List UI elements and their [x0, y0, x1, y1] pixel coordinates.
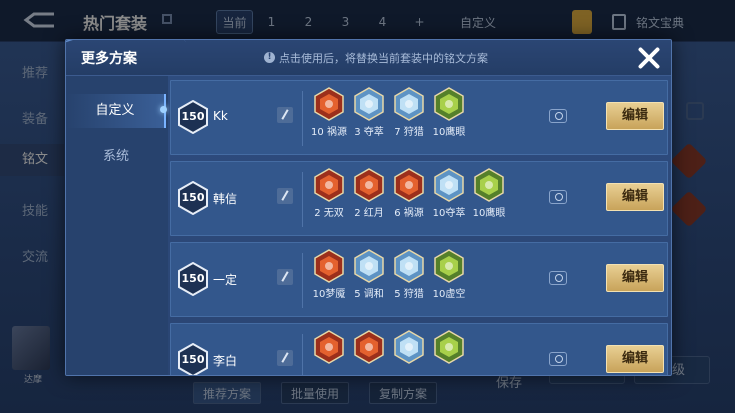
- tab-current[interactable]: 当前: [216, 10, 253, 34]
- batch-use-button[interactable]: 批量使用: [281, 382, 349, 404]
- plan-list[interactable]: 150 Kk 编辑 10 祸源 3 夺萃 7 狩猎 10鹰眼 150 韩信 编辑 2 无双…: [170, 80, 670, 375]
- rune-red-icon: [312, 87, 346, 121]
- level-badge: 150: [177, 181, 209, 215]
- tab-3[interactable]: 3: [327, 10, 364, 34]
- rename-icon[interactable]: [277, 188, 293, 204]
- rune-blue-icon: [392, 87, 426, 121]
- plan-name: 李白: [213, 354, 238, 368]
- plan-row[interactable]: 150 Kk 编辑 10 祸源 3 夺萃 7 狩猎 10鹰眼: [170, 80, 668, 155]
- close-button[interactable]: [633, 42, 665, 74]
- rune-item[interactable]: 10虚空: [425, 249, 473, 300]
- rune-green-icon: [432, 249, 466, 283]
- rune-red-icon: [352, 330, 386, 364]
- rune-label: 10鹰眼: [432, 127, 466, 138]
- rune-item[interactable]: 10鹰眼: [425, 87, 473, 138]
- eye-icon[interactable]: [549, 190, 567, 204]
- grid-icon[interactable]: [162, 14, 172, 24]
- tab-1[interactable]: 1: [253, 10, 290, 34]
- sidebar-item-recommend[interactable]: 推荐: [22, 62, 48, 81]
- nav-system[interactable]: 系统: [66, 140, 166, 174]
- hero-avatar[interactable]: [12, 326, 50, 370]
- recommend-plan-button[interactable]: 推荐方案: [193, 382, 261, 404]
- rune-label: 10鹰眼: [472, 208, 506, 219]
- divider: [302, 253, 303, 308]
- tab-add[interactable]: +: [401, 10, 438, 34]
- rune-label: 10虚空: [432, 289, 466, 300]
- sidebar-item-skills[interactable]: 技能: [22, 200, 48, 219]
- tab-4[interactable]: 4: [364, 10, 401, 34]
- rune-blue-icon: [392, 330, 426, 364]
- page-title: 热门套装: [83, 14, 148, 33]
- rune-blue-icon: [432, 168, 466, 202]
- bottom-actions: 推荐方案 批量使用 复制方案: [193, 382, 437, 404]
- arrow-icon[interactable]: [686, 102, 704, 120]
- eye-icon[interactable]: [549, 109, 567, 123]
- active-indicator: [160, 106, 167, 113]
- level-value: 150: [181, 191, 205, 204]
- sidebar-item-equipment[interactable]: 装备: [22, 108, 48, 127]
- divider: [302, 172, 303, 227]
- nav-custom[interactable]: 自定义: [66, 94, 166, 128]
- level-badge: 150: [177, 100, 209, 134]
- rune-blue-icon: [352, 87, 386, 121]
- level-badge: 150: [177, 262, 209, 296]
- copy-plan-button[interactable]: 复制方案: [369, 382, 437, 404]
- rune-red-icon: [352, 168, 386, 202]
- back-icon[interactable]: [22, 10, 58, 30]
- plan-name: Kk: [213, 109, 228, 123]
- eye-icon[interactable]: [549, 271, 567, 285]
- plan-row[interactable]: 150 韩信 编辑 2 无双 2 红月 6 祸源 10夺萃 10鹰眼: [170, 161, 668, 236]
- more-plans-dialog: 更多方案 ! 点击使用后，将替换当前套装中的铭文方案 自定义 系统 150 Kk…: [65, 39, 672, 376]
- rune-green-icon: [472, 168, 506, 202]
- dialog-hint: 点击使用后，将替换当前套装中的铭文方案: [279, 52, 488, 65]
- edit-button[interactable]: 编辑: [606, 183, 664, 211]
- level-value: 150: [181, 272, 205, 285]
- eye-icon[interactable]: [549, 352, 567, 366]
- rename-icon[interactable]: [277, 269, 293, 285]
- rune-icon: [670, 142, 708, 180]
- rune-red-icon: [312, 330, 346, 364]
- plan-row[interactable]: 150 李白 编辑: [170, 323, 668, 375]
- rune-red-icon: [312, 249, 346, 283]
- divider: [302, 334, 303, 375]
- plan-name: 韩信: [213, 192, 238, 206]
- rune-blue-icon: [392, 249, 426, 283]
- dialog-header: 更多方案 ! 点击使用后，将替换当前套装中的铭文方案: [66, 40, 671, 78]
- edit-button[interactable]: 编辑: [606, 102, 664, 130]
- rune-red-icon: [392, 168, 426, 202]
- rune-green-icon: [432, 330, 466, 364]
- edit-button[interactable]: 编辑: [606, 345, 664, 373]
- app-screen: 热门套装 当前 1 2 3 4 + 自定义 铭文宝典 推荐 装备 铭文 技能 交…: [0, 0, 735, 413]
- rename-icon[interactable]: [277, 350, 293, 366]
- dialog-title: 更多方案: [81, 51, 137, 67]
- sidebar-item-chat[interactable]: 交流: [22, 246, 48, 265]
- rune-icon: [670, 190, 708, 228]
- rune-item[interactable]: [425, 330, 473, 366]
- plan-row[interactable]: 150 一定 编辑 10梦魇 5 调和 5 狩猎 10虚空: [170, 242, 668, 317]
- custom-label[interactable]: 自定义: [460, 14, 496, 31]
- sidebar-item-runes[interactable]: 铭文: [0, 144, 64, 176]
- rune-red-icon: [312, 168, 346, 202]
- rename-icon[interactable]: [277, 107, 293, 123]
- rune-blue-icon: [352, 249, 386, 283]
- divider: [302, 91, 303, 146]
- edit-button[interactable]: 编辑: [606, 264, 664, 292]
- rune-dictionary-link[interactable]: 铭文宝典: [636, 14, 684, 31]
- plan-category-nav: 自定义 系统: [66, 76, 168, 375]
- set-tabs: 当前 1 2 3 4 +: [216, 10, 438, 34]
- info-icon: !: [264, 52, 275, 63]
- book-icon[interactable]: [612, 14, 626, 30]
- level-value: 150: [181, 353, 205, 366]
- level-value: 150: [181, 110, 205, 123]
- rune-item[interactable]: 10鹰眼: [465, 168, 513, 219]
- mascot-icon: [572, 10, 592, 34]
- rune-green-icon: [432, 87, 466, 121]
- hero-name: 达摩: [24, 375, 43, 385]
- plan-name: 一定: [213, 273, 238, 287]
- tab-2[interactable]: 2: [290, 10, 327, 34]
- top-bar: 热门套装 当前 1 2 3 4 + 自定义 铭文宝典: [0, 0, 735, 42]
- level-badge: 150: [177, 343, 209, 375]
